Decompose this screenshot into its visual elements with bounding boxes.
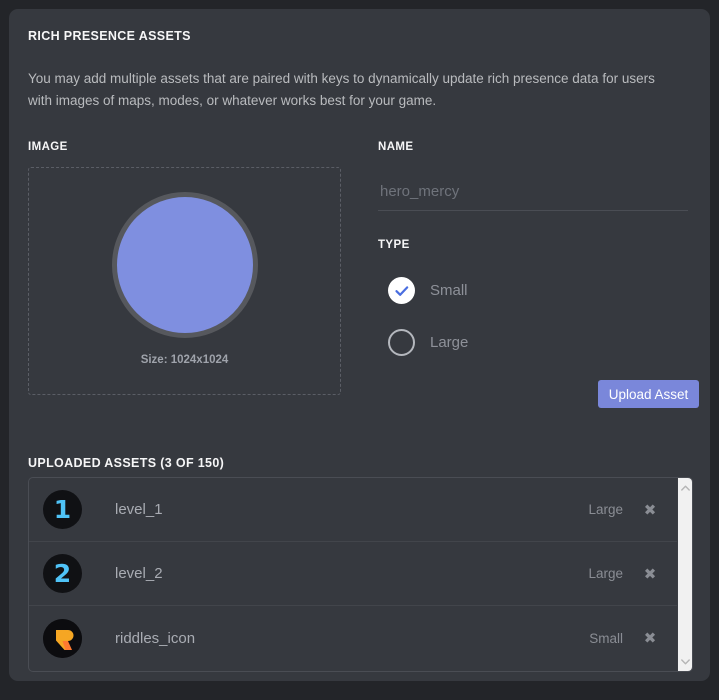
page-title: RICH PRESENCE ASSETS <box>28 29 191 43</box>
uploaded-assets-list: 1 level_1 Large ✖ 2 level_2 Large ✖ riddles_icon… <box>28 477 693 672</box>
number-one-avatar: 1 <box>43 490 82 529</box>
image-dropzone[interactable]: Size: 1024x1024 <box>28 167 341 395</box>
asset-name: level_2 <box>115 565 163 582</box>
scroll-down-icon[interactable] <box>678 654 692 669</box>
asset-type: Large <box>588 502 623 517</box>
delete-asset-icon[interactable]: ✖ <box>623 501 677 519</box>
radio-unchecked-icon <box>388 329 415 356</box>
asset-name: riddles_icon <box>115 629 196 647</box>
avatar-label: 2 <box>53 559 72 588</box>
radio-checked-icon <box>388 277 415 304</box>
table-row[interactable]: 2 level_2 Large ✖ <box>29 542 677 606</box>
scroll-up-icon[interactable] <box>678 480 692 495</box>
avatar-label: 1 <box>53 495 72 524</box>
list-scrollbar[interactable] <box>677 478 692 671</box>
name-field-label: NAME <box>378 141 414 153</box>
section-description: You may add multiple assets that are pai… <box>28 71 655 108</box>
upload-asset-button[interactable]: Upload Asset <box>598 380 699 408</box>
asset-rows-container: 1 level_1 Large ✖ 2 level_2 Large ✖ riddles_icon… <box>29 478 677 671</box>
image-field-label: IMAGE <box>28 141 68 153</box>
rich-presence-panel: RICH PRESENCE ASSETS You may add multipl… <box>9 9 710 681</box>
name-input[interactable] <box>378 179 688 211</box>
table-row[interactable]: 1 level_1 Large ✖ <box>29 478 677 542</box>
asset-name: level_1 <box>115 501 163 518</box>
riddles-logo-avatar <box>43 618 82 658</box>
radio-option-large[interactable]: Large <box>388 329 468 356</box>
table-row[interactable]: riddles_icon Small ✖ <box>29 606 677 670</box>
image-preview <box>111 192 258 338</box>
radio-label-small: Small <box>430 282 468 299</box>
radio-option-small[interactable]: Small <box>388 277 468 304</box>
app-page: RICH PRESENCE ASSETS You may add multipl… <box>0 0 719 700</box>
asset-type: Large <box>588 566 623 581</box>
uploaded-assets-title: UPLOADED ASSETS (3 OF 150) <box>28 456 225 470</box>
delete-asset-icon[interactable]: ✖ <box>623 565 677 583</box>
image-size-text: Size: 1024x1024 <box>140 354 229 366</box>
number-two-avatar: 2 <box>43 554 82 593</box>
type-field-label: TYPE <box>378 239 410 251</box>
asset-type: Small <box>589 630 623 646</box>
radio-label-large: Large <box>430 334 469 351</box>
delete-asset-icon[interactable]: ✖ <box>623 629 677 647</box>
